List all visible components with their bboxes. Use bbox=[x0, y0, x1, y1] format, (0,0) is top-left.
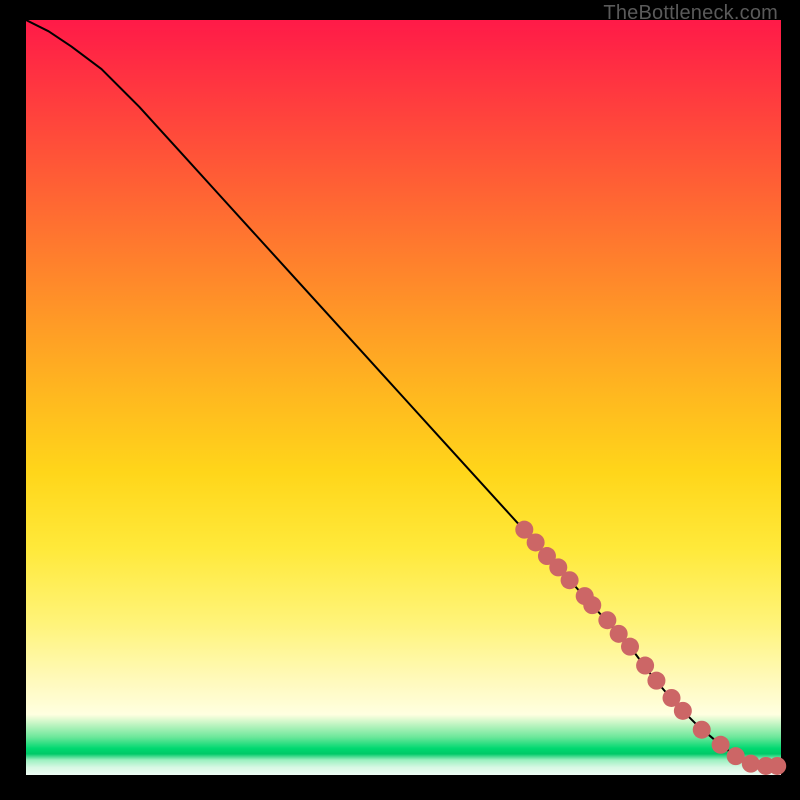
point-highlighted-points bbox=[561, 571, 579, 589]
point-highlighted-points bbox=[636, 657, 654, 675]
point-highlighted-points bbox=[693, 721, 711, 739]
point-highlighted-points bbox=[742, 755, 760, 773]
point-highlighted-points bbox=[647, 672, 665, 690]
point-highlighted-points bbox=[583, 596, 601, 614]
point-highlighted-points bbox=[621, 638, 639, 656]
chart-svg bbox=[26, 20, 781, 775]
point-highlighted-points bbox=[768, 757, 786, 775]
chart-stage: TheBottleneck.com bbox=[0, 0, 800, 800]
point-highlighted-points bbox=[674, 702, 692, 720]
curve-bottleneck-curve bbox=[26, 20, 781, 766]
plot-area bbox=[26, 20, 781, 775]
point-highlighted-points bbox=[712, 736, 730, 754]
